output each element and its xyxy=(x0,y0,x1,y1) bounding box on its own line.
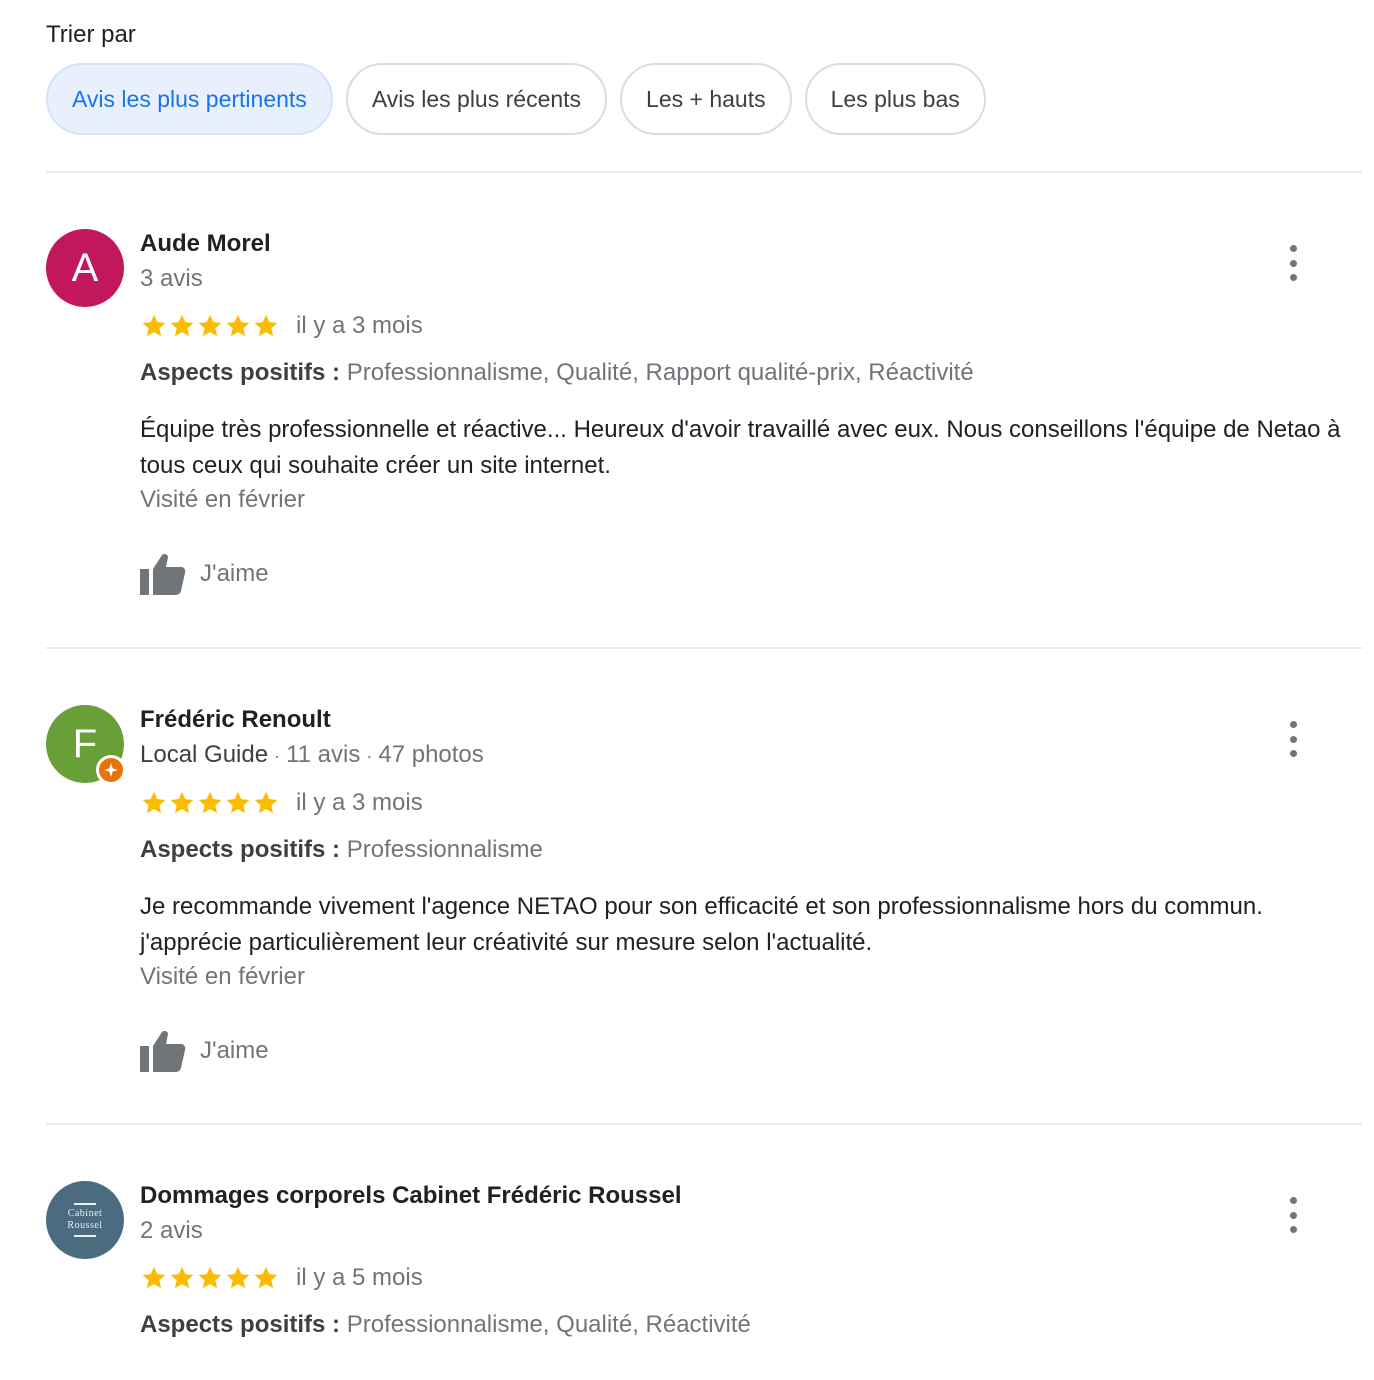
star-icon xyxy=(226,1266,250,1289)
star-icon xyxy=(170,1266,194,1289)
star-rating xyxy=(140,789,280,817)
star-icon xyxy=(170,314,194,337)
reviewer-name[interactable]: Dommages corporels Cabinet Frédéric Rous… xyxy=(140,1181,1362,1211)
review-count: 2 avis xyxy=(140,1217,203,1244)
aspects-list: Professionnalisme, Qualité, Rapport qual… xyxy=(346,359,974,386)
positive-aspects: Aspects positifs : Professionnalisme xyxy=(140,835,1362,865)
thumbs-up-icon xyxy=(140,1030,186,1072)
like-button[interactable]: J'aime xyxy=(140,551,1362,597)
review-time: il y a 3 mois xyxy=(296,789,423,816)
star-icon xyxy=(142,1266,166,1289)
star-rating xyxy=(140,312,280,340)
divider xyxy=(46,647,1362,649)
logo-rule xyxy=(74,1203,96,1205)
review-text: Équipe très professionnelle et réactive.… xyxy=(140,416,1341,479)
reviewer-meta: Local Guide · 11 avis · 47 photos xyxy=(140,741,484,768)
aspects-label: Aspects positifs : xyxy=(140,836,341,863)
reviews-panel: Trier par Avis les plus pertinents Avis … xyxy=(0,0,1374,1380)
sort-chips: Avis les plus pertinents Avis les plus r… xyxy=(46,63,986,135)
aspects-label: Aspects positifs : xyxy=(140,359,341,386)
star-rating xyxy=(140,1264,280,1292)
divider xyxy=(46,1123,1362,1125)
star-icon xyxy=(198,314,222,337)
rating-row: il y a 3 mois xyxy=(140,311,1362,341)
review-text: Je recommande vivement l'agence NETAO po… xyxy=(140,893,1263,956)
like-button[interactable]: J'aime xyxy=(140,1028,1362,1074)
review-content: Aude Morel 3 avis il y a 3 mois Aspects … xyxy=(140,229,1362,597)
sort-chip-relevant[interactable]: Avis les plus pertinents xyxy=(46,63,333,135)
star-icon xyxy=(226,314,250,337)
star-icon xyxy=(198,791,222,814)
review-time: il y a 3 mois xyxy=(296,312,423,339)
star-icon xyxy=(254,314,278,337)
star-icon xyxy=(254,1266,278,1289)
avatar[interactable]: Cabinet Roussel xyxy=(46,1181,124,1259)
positive-aspects: Aspects positifs : Professionnalisme, Qu… xyxy=(140,1310,1362,1340)
like-label: J'aime xyxy=(200,1037,269,1064)
reviewer-meta: 2 avis xyxy=(140,1216,1362,1246)
photo-count: 47 photos xyxy=(378,741,484,768)
avatar[interactable]: A xyxy=(46,229,124,307)
positive-aspects: Aspects positifs : Professionnalisme, Qu… xyxy=(140,358,1362,388)
star-icon xyxy=(142,791,166,814)
divider xyxy=(46,171,1362,173)
rating-row: il y a 5 mois xyxy=(140,1263,1362,1293)
star-icon xyxy=(254,791,278,814)
thumbs-up-icon xyxy=(140,553,186,595)
aspects-list: Professionnalisme, Qualité, Réactivité xyxy=(346,1311,751,1338)
visited-date: Visité en février xyxy=(140,486,305,513)
sort-chip-lowest[interactable]: Les plus bas xyxy=(804,63,986,135)
aspects-label: Aspects positifs : xyxy=(140,1311,341,1338)
review-count: 11 avis xyxy=(286,741,361,768)
avatar-logo-text: Cabinet xyxy=(67,1208,103,1219)
sort-chip-newest[interactable]: Avis les plus récents xyxy=(345,63,608,135)
rating-row: il y a 3 mois xyxy=(140,788,1362,818)
review-time: il y a 5 mois xyxy=(296,1264,423,1291)
star-icon xyxy=(170,791,194,814)
sort-chip-highest[interactable]: Les + hauts xyxy=(620,63,792,135)
like-label: J'aime xyxy=(200,560,269,587)
star-icon xyxy=(226,791,250,814)
aspects-list: Professionnalisme xyxy=(346,836,543,863)
more-vert-icon[interactable] xyxy=(1278,1197,1308,1233)
star-icon xyxy=(142,314,166,337)
review-content: Dommages corporels Cabinet Frédéric Rous… xyxy=(140,1181,1362,1340)
more-vert-icon[interactable] xyxy=(1278,245,1308,281)
review-count: 3 avis xyxy=(140,265,203,292)
local-guide-label: Local Guide xyxy=(140,741,269,768)
reviewer-name[interactable]: Frédéric Renoult xyxy=(140,705,1362,735)
logo-rule xyxy=(74,1235,96,1237)
review-content: Frédéric Renoult Local Guide · 11 avis · 47 … xyxy=(140,705,1362,1074)
sort-label: Trier par xyxy=(46,21,136,48)
avatar-logo-text: Roussel xyxy=(67,1220,103,1231)
reviewer-name[interactable]: Aude Morel xyxy=(140,229,1362,259)
local-guide-badge-icon xyxy=(96,755,126,785)
star-icon xyxy=(198,1266,222,1289)
visited-date: Visité en février xyxy=(140,963,305,990)
avatar-letter: F xyxy=(72,722,98,766)
more-vert-icon[interactable] xyxy=(1278,721,1308,757)
reviewer-meta: 3 avis xyxy=(140,264,1362,294)
avatar[interactable]: F xyxy=(46,705,126,785)
